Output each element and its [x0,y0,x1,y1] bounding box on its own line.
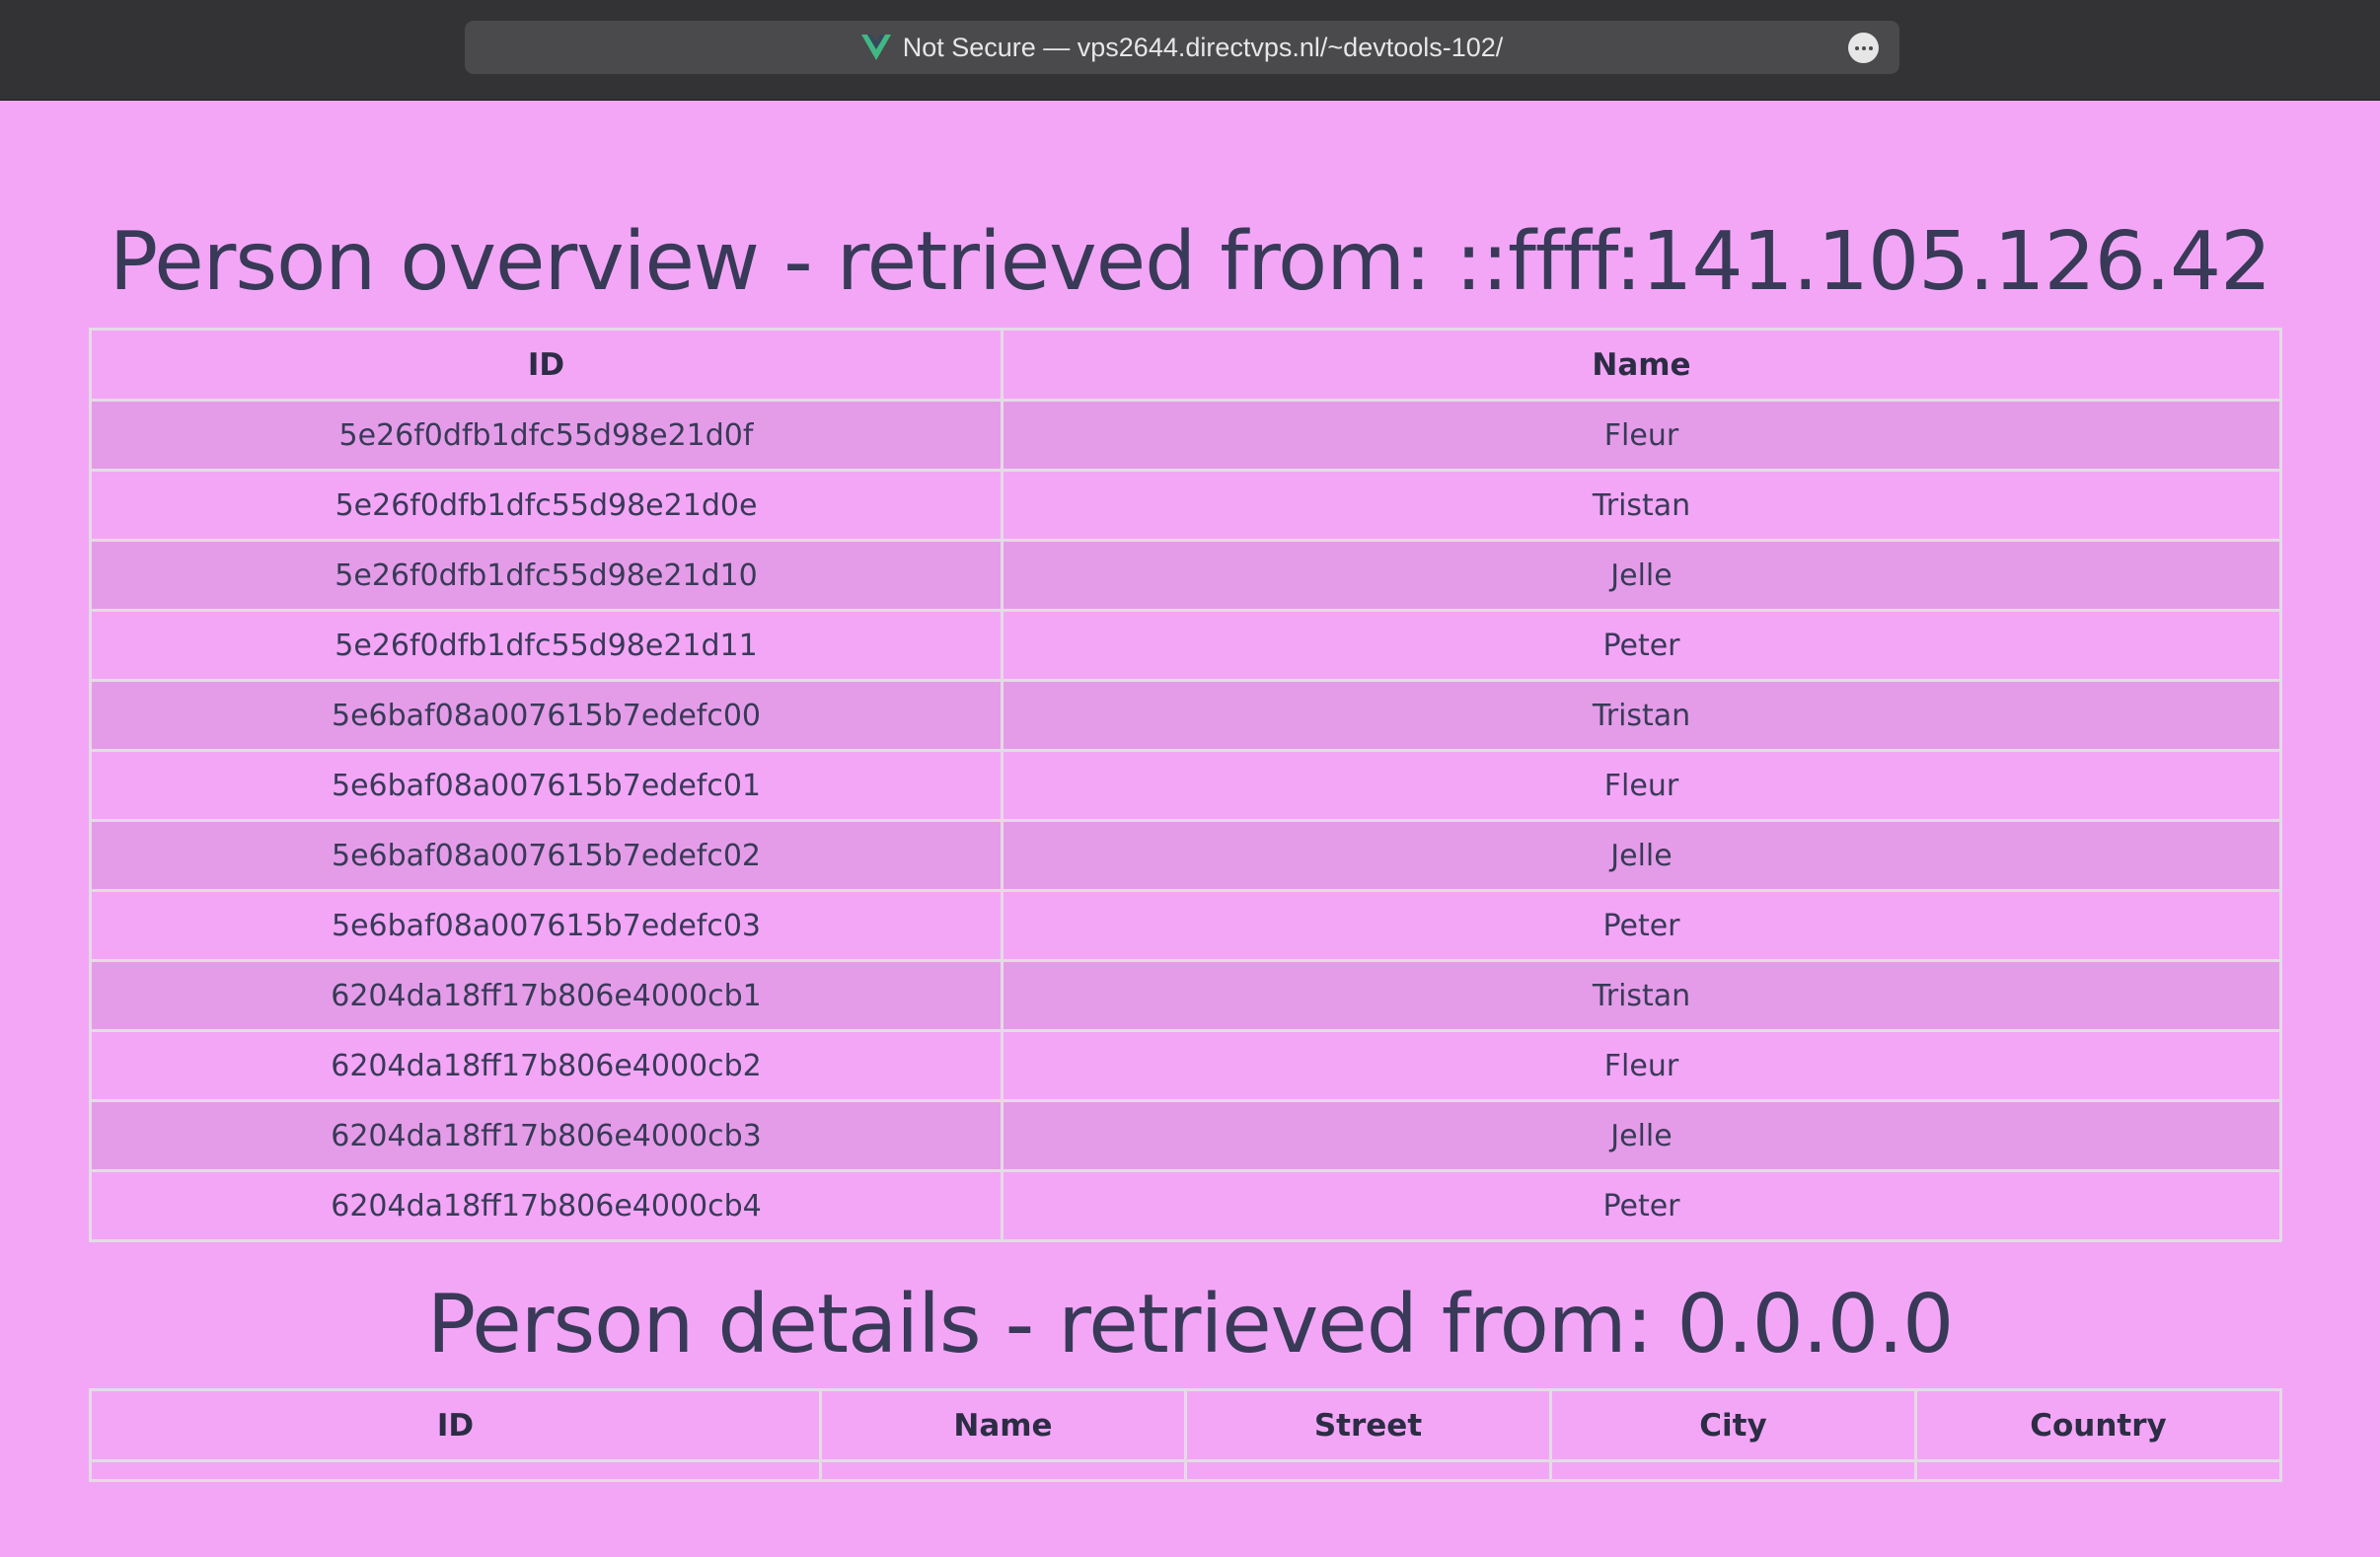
more-options-icon[interactable] [1848,33,1879,63]
cell-name: Peter [1001,609,2282,682]
cell-street [1184,1459,1552,1482]
cell-name: Peter [1001,1169,2282,1242]
table-row: 6204da18ff17b806e4000cb2 Fleur [89,1029,2282,1102]
cell-id: 5e26f0dfb1dfc55d98e21d0f [89,399,1004,472]
table-row: 5e6baf08a007615b7edefc02 Jelle [89,819,2282,892]
person-details-title: Person details - retrieved from: 0.0.0.0 [426,1278,1954,1372]
cell-name: Fleur [1001,1029,2282,1102]
cell-id: 6204da18ff17b806e4000cb2 [89,1029,1004,1102]
cell-name: Fleur [1001,399,2282,472]
table-row: 5e6baf08a007615b7edefc03 Peter [89,889,2282,962]
table-row [89,1459,2282,1482]
vue-logo-icon [860,35,891,60]
column-header-name: Name [819,1388,1187,1462]
table-row: 6204da18ff17b806e4000cb1 Tristan [89,959,2282,1032]
cell-id: 5e6baf08a007615b7edefc02 [89,819,1004,892]
table-row: 5e26f0dfb1dfc55d98e21d0e Tristan [89,469,2282,542]
cell-name [819,1459,1187,1482]
cell-country [1914,1459,2282,1482]
table-header-row: ID Name Street City Country [89,1388,2282,1462]
cell-id: 5e6baf08a007615b7edefc00 [89,679,1004,752]
cell-id [89,1459,822,1482]
browser-toolbar: Not Secure — vps2644.directvps.nl/~devto… [0,0,2380,101]
page-content: Person overview - retrieved from: ::ffff… [0,100,2380,1557]
column-header-name: Name [1001,328,2282,402]
column-header-street: Street [1184,1388,1552,1462]
table-row: 5e26f0dfb1dfc55d98e21d11 Peter [89,609,2282,682]
cell-name: Jelle [1001,1099,2282,1172]
table-row: 5e26f0dfb1dfc55d98e21d10 Jelle [89,539,2282,612]
column-header-city: City [1549,1388,1917,1462]
table-row: 5e26f0dfb1dfc55d98e21d0f Fleur [89,399,2282,472]
cell-id: 6204da18ff17b806e4000cb1 [89,959,1004,1032]
cell-name: Jelle [1001,819,2282,892]
person-details-table: ID Name Street City Country [89,1388,2282,1482]
cell-name: Tristan [1001,469,2282,542]
cell-name: Tristan [1001,679,2282,752]
cell-id: 5e26f0dfb1dfc55d98e21d0e [89,469,1004,542]
cell-name: Tristan [1001,959,2282,1032]
cell-id: 5e26f0dfb1dfc55d98e21d11 [89,609,1004,682]
table-row: 5e6baf08a007615b7edefc00 Tristan [89,679,2282,752]
table-row: 5e6baf08a007615b7edefc01 Fleur [89,749,2282,822]
column-header-id: ID [89,328,1004,402]
table-header-row: ID Name [89,328,2282,402]
cell-name: Fleur [1001,749,2282,822]
cell-id: 5e6baf08a007615b7edefc01 [89,749,1004,822]
column-header-id: ID [89,1388,822,1462]
person-overview-table: ID Name 5e26f0dfb1dfc55d98e21d0f Fleur 5… [89,328,2282,1242]
person-overview-title: Person overview - retrieved from: ::ffff… [109,215,2272,309]
cell-name: Jelle [1001,539,2282,612]
cell-id: 6204da18ff17b806e4000cb4 [89,1169,1004,1242]
cell-name: Peter [1001,889,2282,962]
address-bar[interactable]: Not Secure — vps2644.directvps.nl/~devto… [465,21,1899,74]
url-text: Not Secure — vps2644.directvps.nl/~devto… [902,32,1504,62]
cell-city [1549,1459,1917,1482]
cell-id: 6204da18ff17b806e4000cb3 [89,1099,1004,1172]
column-header-country: Country [1914,1388,2282,1462]
table-row: 6204da18ff17b806e4000cb4 Peter [89,1169,2282,1242]
cell-id: 5e26f0dfb1dfc55d98e21d10 [89,539,1004,612]
table-row: 6204da18ff17b806e4000cb3 Jelle [89,1099,2282,1172]
cell-id: 5e6baf08a007615b7edefc03 [89,889,1004,962]
